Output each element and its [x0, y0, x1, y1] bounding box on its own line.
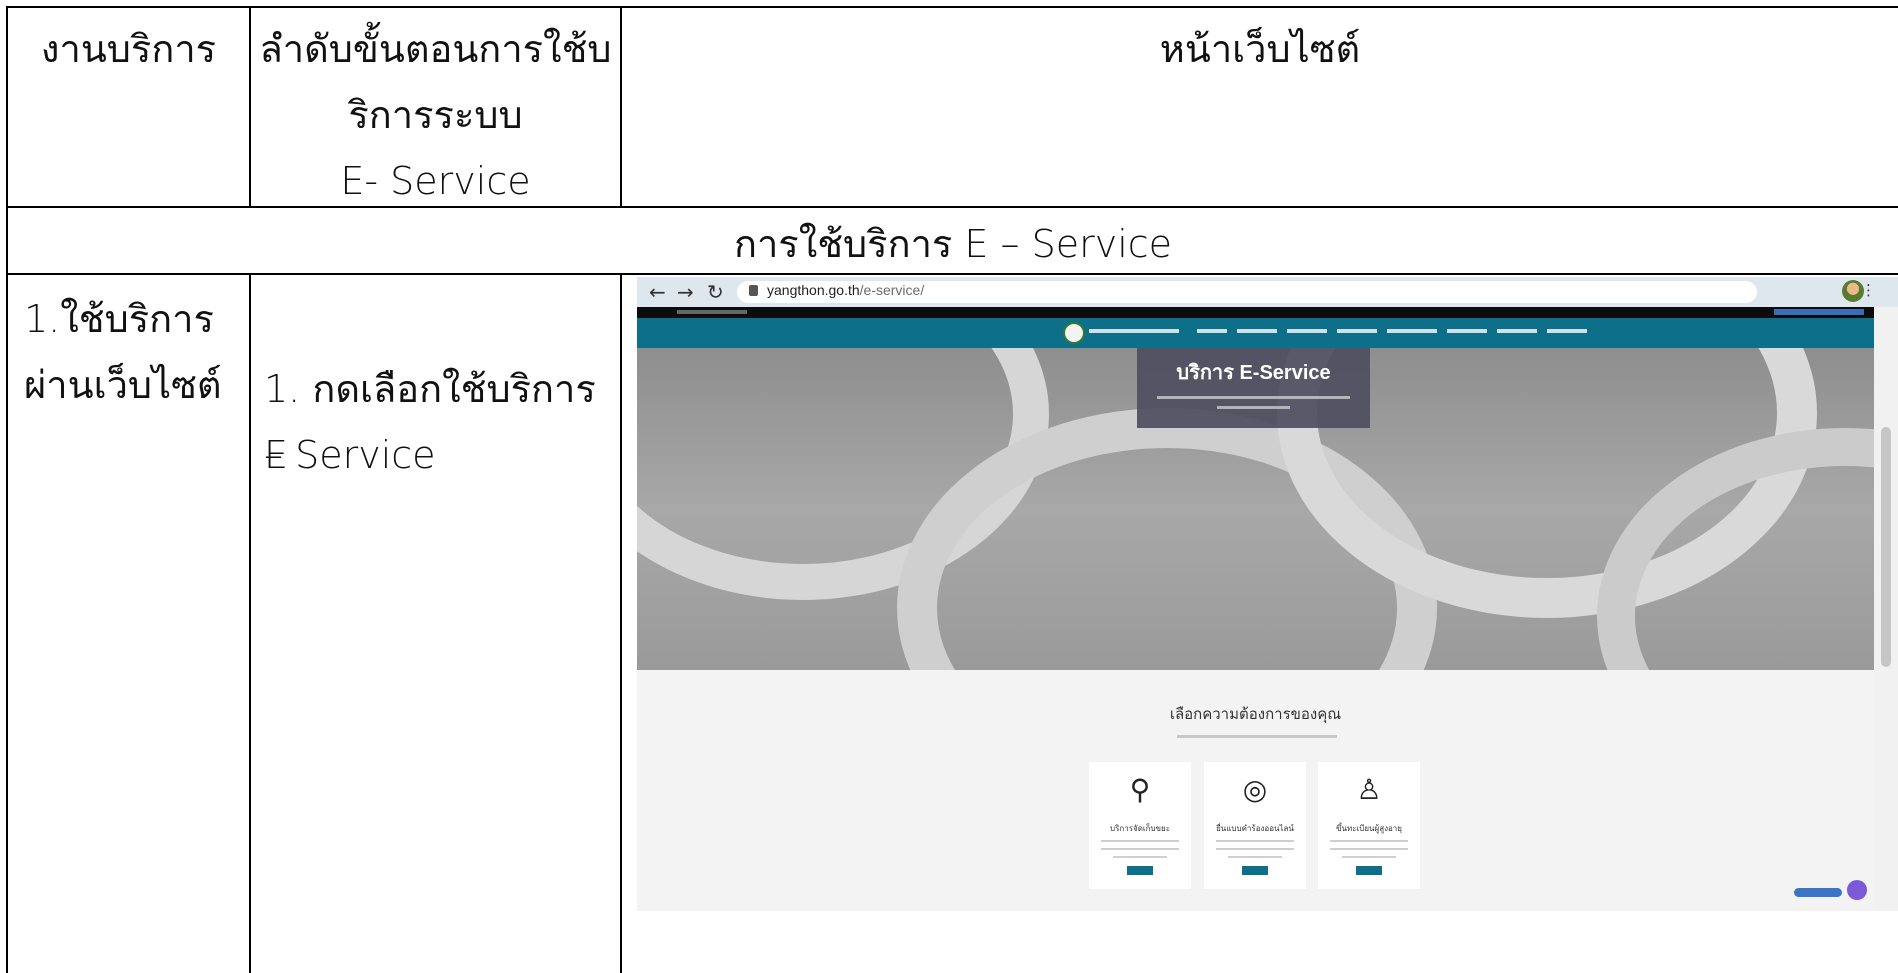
reload-icon[interactable]: ↻	[707, 280, 724, 304]
social-icons[interactable]	[1774, 309, 1864, 315]
header-website: หน้าเว็บไซต์	[1159, 27, 1361, 71]
person-icon: ♙	[1356, 773, 1382, 806]
target-icon: ◎	[1242, 773, 1268, 806]
chat-bubble-icon[interactable]	[1847, 880, 1867, 900]
table-border-top	[6, 6, 1898, 8]
service-section: เลือกความต้องการของคุณ ⚲ บริการจัดเก็บขย…	[637, 670, 1874, 911]
card-text-line	[1330, 848, 1408, 850]
hero-title-box: บริการ E-Service	[1137, 348, 1370, 428]
site-navbar	[637, 318, 1874, 348]
hero-banner: บริการ E-Service	[637, 348, 1874, 670]
service-card-3[interactable]: ♙ ขึ้นทะเบียนผู้สูงอายุ	[1318, 762, 1420, 889]
table-col-divider-1b	[249, 273, 251, 973]
header-service: งานบริการ	[40, 27, 217, 71]
nav-item-1[interactable]	[1197, 329, 1227, 333]
site-logo-icon[interactable]	[1063, 322, 1085, 344]
menu-icon[interactable]: ⋮	[1861, 281, 1888, 299]
address-bar[interactable]: yangthon.go.th/e-service/	[737, 281, 1757, 303]
service-card-1[interactable]: ⚲ บริการจัดเก็บขยะ	[1089, 762, 1191, 889]
section-heading: เลือกความต้องการของคุณ	[1169, 706, 1342, 723]
browser-toolbar: ← → ↻ yangthon.go.th/e-service/ ⋮	[637, 277, 1898, 307]
header-steps-line1: ลำดับขั้นตอนการใช้บ	[259, 27, 612, 71]
chat-label[interactable]	[1794, 888, 1842, 897]
service-card-1-title: บริการจัดเก็บขยะ	[1110, 824, 1170, 833]
nav-item-4[interactable]	[1337, 329, 1377, 333]
row1-service-line1: 1.ใช้บริการ	[24, 297, 214, 341]
service-card-3-button[interactable]	[1356, 866, 1382, 875]
section-title: การใช้บริการ E – Service	[733, 222, 1173, 266]
nav-item-6[interactable]	[1447, 329, 1487, 333]
page-scrollbar[interactable]	[1874, 307, 1898, 911]
url-domain: yangthon.go.th	[767, 282, 860, 298]
site-name[interactable]	[1089, 329, 1179, 333]
nav-item-2[interactable]	[1237, 329, 1277, 333]
url-text: yangthon.go.th/e-service/	[767, 282, 924, 298]
table-col-divider-2b	[620, 273, 622, 973]
card-text-line	[1101, 840, 1179, 842]
service-card-1-button[interactable]	[1127, 866, 1153, 875]
card-text-line	[1216, 848, 1294, 850]
nav-item-3[interactable]	[1287, 329, 1327, 333]
url-path: /e-service/	[859, 282, 925, 298]
site-topbar	[637, 307, 1874, 318]
website-screenshot: ← → ↻ yangthon.go.th/e-service/ ⋮ บริการ…	[637, 277, 1898, 911]
forward-icon[interactable]: →	[677, 280, 694, 304]
lock-icon	[749, 285, 758, 296]
card-text-line	[1216, 840, 1294, 842]
card-text-line	[1101, 848, 1179, 850]
topbar-text	[677, 310, 747, 314]
card-text-line	[1228, 856, 1282, 858]
back-icon[interactable]: ←	[649, 280, 666, 304]
card-text-line	[1113, 856, 1167, 858]
link-icon: ⚲	[1129, 773, 1151, 806]
card-text-line	[1330, 840, 1408, 842]
service-card-2-title: ยื่นแบบคำร้องออนไลน์	[1216, 824, 1294, 833]
nav-item-7[interactable]	[1497, 329, 1537, 333]
hero-title: บริการ E-Service	[1176, 362, 1331, 384]
nav-item-8[interactable]	[1547, 329, 1587, 333]
header-steps-line2: ริการระบบ	[348, 93, 523, 137]
row1-service-line2: ผ่านเว็บไซต์	[24, 363, 222, 407]
service-card-2[interactable]: ◎ ยื่นแบบคำร้องออนไลน์	[1204, 762, 1306, 889]
scrollbar-thumb[interactable]	[1881, 427, 1891, 667]
service-card-2-button[interactable]	[1242, 866, 1268, 875]
card-text-line	[1342, 856, 1396, 858]
header-steps-line3: E- Service	[340, 159, 531, 203]
nav-item-5[interactable]	[1387, 329, 1437, 333]
hero-caption-line1	[1157, 396, 1350, 399]
hero-caption-line2	[1217, 406, 1290, 409]
section-divider	[1177, 735, 1337, 738]
service-card-3-title: ขึ้นทะเบียนผู้สูงอายุ	[1336, 824, 1402, 833]
row1-step-line2: – Service	[264, 433, 436, 477]
table-border-left	[6, 6, 8, 973]
